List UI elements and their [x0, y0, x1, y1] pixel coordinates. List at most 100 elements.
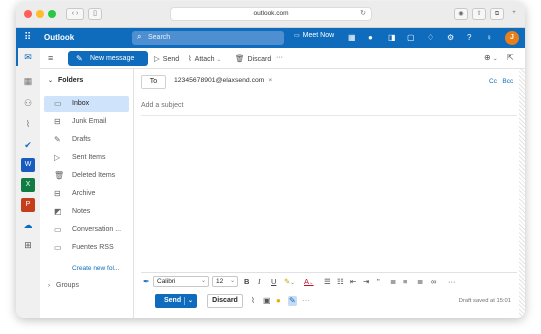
more-options-button[interactable]: ···: [276, 54, 283, 61]
word-icon[interactable]: W: [21, 158, 35, 172]
align-center-icon[interactable]: ≡: [403, 277, 407, 286]
hamburger-menu-icon[interactable]: ≡: [48, 53, 53, 63]
inbox-icon: ▭: [54, 99, 62, 108]
font-color-icon[interactable]: A⌄: [304, 277, 314, 288]
command-bar: ≡ ✎ New message ▷ Send ⌇ Attach ⌄ 🗑 Discard…: [40, 48, 525, 69]
increase-indent-icon[interactable]: ⇥: [363, 277, 369, 286]
app-title[interactable]: Outlook: [44, 33, 74, 42]
discard-command-button[interactable]: 🗑 Discard: [235, 54, 271, 63]
todo-icon[interactable]: ◨: [388, 32, 396, 43]
address-bar[interactable]: outlook.com ↻: [170, 7, 372, 21]
send-button[interactable]: Send ⌄: [155, 294, 197, 308]
folder-label: Sent Items: [72, 154, 106, 161]
app-header: ⠿ Outlook ⌕ Search ▭ Meet Now ▦ ● ◨ ▢ ♢ ⚙…: [16, 28, 525, 48]
mail-icon[interactable]: ✉: [21, 50, 35, 64]
send-command-button[interactable]: ▷ Send: [154, 54, 179, 63]
font-name-select[interactable]: Calibri ⌄: [153, 276, 209, 287]
avatar[interactable]: J: [505, 31, 519, 45]
excel-icon[interactable]: X: [21, 178, 35, 192]
folder-item-conversation[interactable]: ▭ Conversation ...: [44, 222, 129, 238]
italic-button[interactable]: I: [258, 277, 261, 286]
attach-file-icon[interactable]: ⌇: [251, 296, 255, 306]
underline-button[interactable]: U: [271, 277, 276, 286]
folders-label: Folders: [58, 77, 84, 84]
link-icon[interactable]: ∞: [431, 277, 436, 286]
share-icon[interactable]: ⇧: [472, 8, 486, 20]
create-new-folder-link[interactable]: Create new fol...: [72, 265, 119, 272]
insert-image-icon[interactable]: ▣: [263, 296, 271, 306]
folder-item-junk-email[interactable]: ⊟ Junk Email: [44, 114, 129, 130]
folder-item-sent-items[interactable]: ▷ Sent Items: [44, 150, 129, 166]
editor-icon[interactable]: ✎: [288, 296, 297, 306]
settings-gear-icon[interactable]: ⚙: [447, 32, 454, 43]
folder-item-archive[interactable]: ⊟ Archive: [44, 186, 129, 202]
help-icon[interactable]: ?: [467, 32, 471, 43]
format-painter-icon[interactable]: ✒: [143, 277, 150, 286]
folder-item-notes[interactable]: ◩ Notes: [44, 204, 129, 220]
tabs-icon[interactable]: ⧉: [490, 8, 504, 20]
decrease-indent-icon[interactable]: ⇤: [350, 277, 356, 286]
teams-icon[interactable]: ▦: [348, 32, 356, 43]
extensions-icon[interactable]: ◉: [454, 8, 468, 20]
people-icon[interactable]: ⚇: [21, 96, 35, 110]
new-message-button[interactable]: ✎ New message: [68, 51, 148, 66]
reload-icon[interactable]: ↻: [360, 8, 366, 20]
numbering-icon[interactable]: ☷: [337, 277, 344, 286]
powerpoint-icon[interactable]: P: [21, 198, 35, 212]
app-rail: ✉ ▦ ⚇ ⌇ ✔ W X P ☁ ⊞: [16, 48, 40, 318]
sidebar-toggle-icon[interactable]: ▯: [88, 8, 102, 20]
message-body-editor[interactable]: [141, 121, 517, 270]
todo-check-icon[interactable]: ✔: [21, 138, 35, 152]
tips-icon[interactable]: ♀: [486, 32, 492, 43]
maximize-window-button[interactable]: [48, 10, 56, 18]
back-forward-buttons[interactable]: ‹ ›: [66, 8, 84, 20]
attach-button[interactable]: ⌇ Attach ⌄: [188, 54, 221, 63]
emoji-icon[interactable]: ●: [276, 296, 281, 306]
more-insert-options[interactable]: ···: [302, 296, 310, 306]
meet-now-button[interactable]: ▭ Meet Now: [294, 32, 334, 39]
align-left-icon[interactable]: ≣: [390, 277, 396, 286]
folder-item-deleted-items[interactable]: 🗑 Deleted Items: [44, 168, 129, 184]
groups-header[interactable]: › Groups: [48, 282, 79, 289]
paperclip-icon: ⌇: [188, 54, 192, 63]
app-launcher-icon[interactable]: ⠿: [24, 32, 31, 44]
skype-icon[interactable]: ●: [368, 32, 373, 43]
video-camera-icon: ▭: [294, 33, 300, 39]
recipient-chip[interactable]: 12345678901@elaxsend.com ×: [174, 77, 272, 84]
highlight-icon[interactable]: ✎⌄: [284, 277, 295, 288]
search-input[interactable]: ⌕ Search: [132, 31, 284, 45]
compose-icon: ✎: [76, 54, 83, 63]
folders-header[interactable]: ⌄ Folders: [48, 77, 83, 84]
folder-label: Inbox: [72, 100, 90, 107]
more-formatting-button[interactable]: ···: [448, 277, 456, 286]
minimize-window-button[interactable]: [36, 10, 44, 18]
bullets-icon[interactable]: ☰: [324, 277, 331, 286]
trash-icon: 🗑: [235, 54, 245, 63]
send-options-chevron-icon[interactable]: ⌄: [188, 294, 193, 308]
feedback-icon[interactable]: ▢: [407, 32, 415, 43]
bold-button[interactable]: B: [244, 277, 249, 286]
pop-out-icon[interactable]: ⇱: [507, 53, 514, 62]
font-size-select[interactable]: 12 ⌄: [212, 276, 238, 287]
discard-button[interactable]: Discard: [207, 294, 243, 308]
quote-icon[interactable]: ": [377, 277, 380, 286]
folder-item-drafts[interactable]: ✎ Drafts: [44, 132, 129, 148]
zoom-icon[interactable]: ⊕ ⌄: [484, 53, 498, 62]
notifications-icon[interactable]: ♢: [427, 32, 434, 43]
new-tab-icon[interactable]: +: [508, 8, 520, 20]
subject-input[interactable]: Add a subject: [141, 102, 517, 116]
to-button[interactable]: To: [141, 75, 166, 89]
cc-link[interactable]: Cc: [489, 78, 497, 85]
calendar-icon[interactable]: ▦: [21, 74, 35, 88]
attachment-icon[interactable]: ⌇: [21, 117, 35, 131]
more-apps-icon[interactable]: ⊞: [21, 238, 35, 252]
folder-item-inbox[interactable]: ▭ Inbox: [44, 96, 129, 112]
junk-icon: ⊟: [54, 117, 61, 126]
bcc-link[interactable]: Bcc: [502, 78, 513, 85]
remove-recipient-icon[interactable]: ×: [268, 77, 272, 84]
onedrive-icon[interactable]: ☁: [21, 218, 35, 232]
folder-item-fuentes-rss[interactable]: ▭ Fuentes RSS: [44, 240, 129, 256]
send-button-label: Send: [164, 297, 182, 304]
close-window-button[interactable]: [24, 10, 32, 18]
align-right-icon[interactable]: ≣: [417, 277, 423, 286]
